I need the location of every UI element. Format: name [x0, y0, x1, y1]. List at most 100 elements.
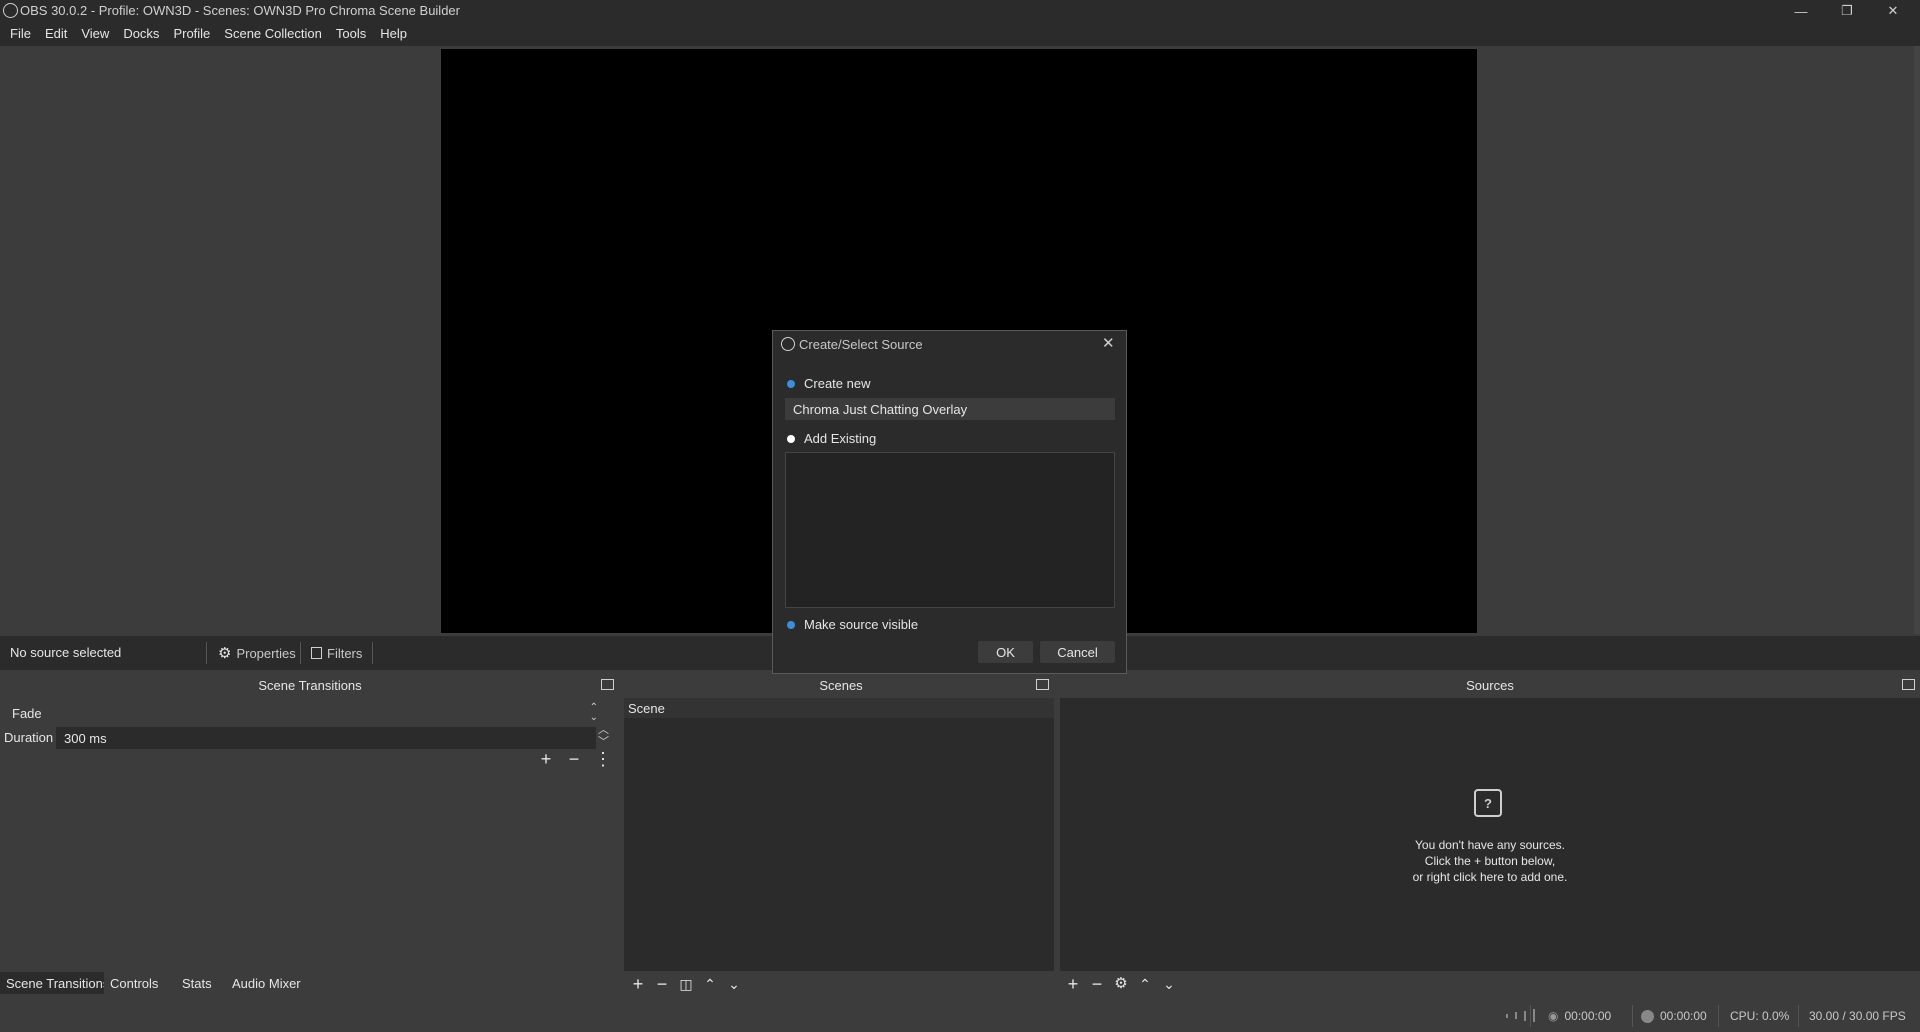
filter-icon [311, 647, 322, 659]
menu-edit[interactable]: Edit [38, 22, 74, 46]
add-scene-button[interactable]: + [630, 975, 646, 993]
menu-file[interactable]: File [3, 22, 38, 46]
restore-button[interactable]: ❐ [1824, 0, 1870, 22]
scenes-toolbar: + − ◫ ⌃ ⌄ [630, 975, 742, 993]
minimize-button[interactable]: — [1778, 0, 1824, 22]
transition-select[interactable]: Fade ⌃ ⌄ [4, 702, 604, 724]
empty-line: Click the + button below, [1424, 854, 1556, 868]
ok-button[interactable]: OK [978, 641, 1033, 663]
scenes-dock-header: Scenes [624, 672, 1058, 698]
radio-checked-icon[interactable] [787, 379, 795, 388]
properties-label: Properties [236, 645, 296, 661]
menu-view[interactable]: View [74, 22, 116, 46]
stream-icon: ◉ [1548, 1009, 1559, 1023]
create-new-label: Create new [804, 376, 871, 391]
add-existing-option[interactable]: Add Existing [787, 431, 876, 446]
undock-icon[interactable] [1902, 679, 1915, 690]
create-new-option[interactable]: Create new [787, 376, 870, 391]
dock-title: Scenes [819, 677, 863, 693]
divider [206, 642, 207, 664]
empty-line: You don't have any sources. [1415, 838, 1565, 852]
dock-title: Sources [1466, 677, 1514, 693]
duration-label: Duration [4, 730, 54, 745]
divider [1632, 1005, 1633, 1027]
divider [1798, 1005, 1799, 1027]
question-icon: ? [1474, 789, 1502, 817]
stream-time: 00:00:00 [1564, 1009, 1612, 1023]
source-name-value: Chroma Just Chatting Overlay [793, 401, 968, 417]
sources-list[interactable] [1060, 698, 1920, 971]
divider [372, 642, 373, 664]
divider [1718, 1005, 1719, 1027]
add-existing-label: Add Existing [804, 431, 877, 446]
menu-scene-collection[interactable]: Scene Collection [217, 22, 329, 46]
dock-title: Scene Transitions [258, 677, 362, 693]
obs-logo-icon [3, 3, 18, 18]
tab-audio-mixer[interactable]: Audio Mixer [226, 972, 307, 994]
menu-docks[interactable]: Docks [116, 22, 166, 46]
dialog-title: Create/Select Source [799, 337, 923, 352]
sources-toolbar: + − ⚙ ⌃ ⌄ [1065, 975, 1177, 993]
scene-filters-icon[interactable]: ◫ [678, 975, 694, 993]
add-transition-button[interactable]: + [538, 750, 554, 768]
move-down-icon[interactable]: ⌄ [726, 975, 742, 993]
source-properties-gear-icon[interactable]: ⚙ [1113, 975, 1129, 993]
sources-empty-message: You don't have any sources. Click the + … [1260, 837, 1720, 885]
tab-scene-transitions[interactable]: Scene Transitions [0, 972, 116, 994]
remove-scene-button[interactable]: − [654, 975, 670, 993]
divider [300, 642, 301, 664]
duration-stepper-icon[interactable]: ︿ ﹀ [598, 724, 609, 748]
tab-controls[interactable]: Controls [104, 972, 165, 994]
obs-logo-icon [781, 337, 795, 351]
menu-tools[interactable]: Tools [329, 22, 373, 46]
undock-icon[interactable] [601, 679, 614, 690]
window-title: OBS 30.0.2 - Profile: OWN3D - Scenes: OW… [20, 3, 460, 18]
scenes-list[interactable]: Scene [624, 698, 1054, 971]
duration-field[interactable]: 300 ms [56, 727, 596, 749]
record-time: 00:00:00 [1660, 1009, 1707, 1023]
existing-sources-list[interactable] [785, 452, 1115, 608]
sources-dock-header: Sources [1060, 672, 1920, 698]
no-source-label: No source selected [10, 645, 122, 660]
checkbox-checked-icon[interactable] [787, 620, 795, 629]
preview-scrollbar[interactable] [1914, 46, 1920, 634]
gear-icon: ⚙ [218, 645, 232, 662]
record-icon [1641, 1009, 1654, 1023]
scene-list-item[interactable]: Scene [624, 698, 1054, 718]
close-button[interactable]: ✕ [1870, 0, 1916, 22]
transition-menu-button[interactable]: ⋮ [594, 750, 612, 768]
make-visible-option[interactable]: Make source visible [787, 617, 918, 632]
tab-stats[interactable]: Stats [176, 972, 218, 994]
filters-button[interactable]: Filters [311, 642, 362, 664]
menu-bar: File Edit View Docks Profile Scene Colle… [0, 22, 1920, 46]
move-up-icon[interactable]: ⌃ [702, 975, 718, 993]
add-source-button[interactable]: + [1065, 975, 1081, 993]
menu-profile[interactable]: Profile [166, 22, 217, 46]
properties-button[interactable]: ⚙ Properties [218, 642, 296, 664]
divider [1530, 1005, 1531, 1027]
stream-timer: ◉ 00:00:00 [1548, 1009, 1611, 1023]
source-name-input[interactable]: Chroma Just Chatting Overlay [785, 398, 1115, 420]
dialog-close-icon[interactable]: ✕ [1102, 334, 1115, 352]
scene-transitions-dock-header: Scene Transitions [0, 672, 620, 698]
remove-source-button[interactable]: − [1089, 975, 1105, 993]
fps-readout: 30.00 / 30.00 FPS [1809, 1009, 1906, 1023]
create-select-source-dialog: Create/Select Source ✕ Create new Chroma… [772, 330, 1127, 674]
radio-unchecked-icon[interactable] [787, 434, 795, 443]
move-up-icon[interactable]: ⌃ [1137, 975, 1153, 993]
select-arrows-icon: ⌃ ⌄ [589, 702, 598, 723]
filters-label: Filters [327, 645, 363, 661]
remove-transition-button[interactable]: − [566, 750, 582, 768]
record-timer: 00:00:00 [1641, 1009, 1707, 1023]
cpu-usage: CPU: 0.0% [1730, 1009, 1790, 1023]
make-visible-label: Make source visible [804, 617, 919, 632]
transition-toolbar: + − ⋮ [538, 750, 612, 768]
transition-value: Fade [12, 705, 42, 721]
undock-icon[interactable] [1036, 679, 1049, 690]
cancel-button[interactable]: Cancel [1040, 641, 1115, 663]
move-down-icon[interactable]: ⌄ [1161, 975, 1177, 993]
title-bar: OBS 30.0.2 - Profile: OWN3D - Scenes: OW… [0, 0, 1920, 22]
menu-help[interactable]: Help [373, 22, 414, 46]
duration-value: 300 ms [64, 730, 107, 746]
empty-line: or right click here to add one. [1412, 870, 1568, 884]
